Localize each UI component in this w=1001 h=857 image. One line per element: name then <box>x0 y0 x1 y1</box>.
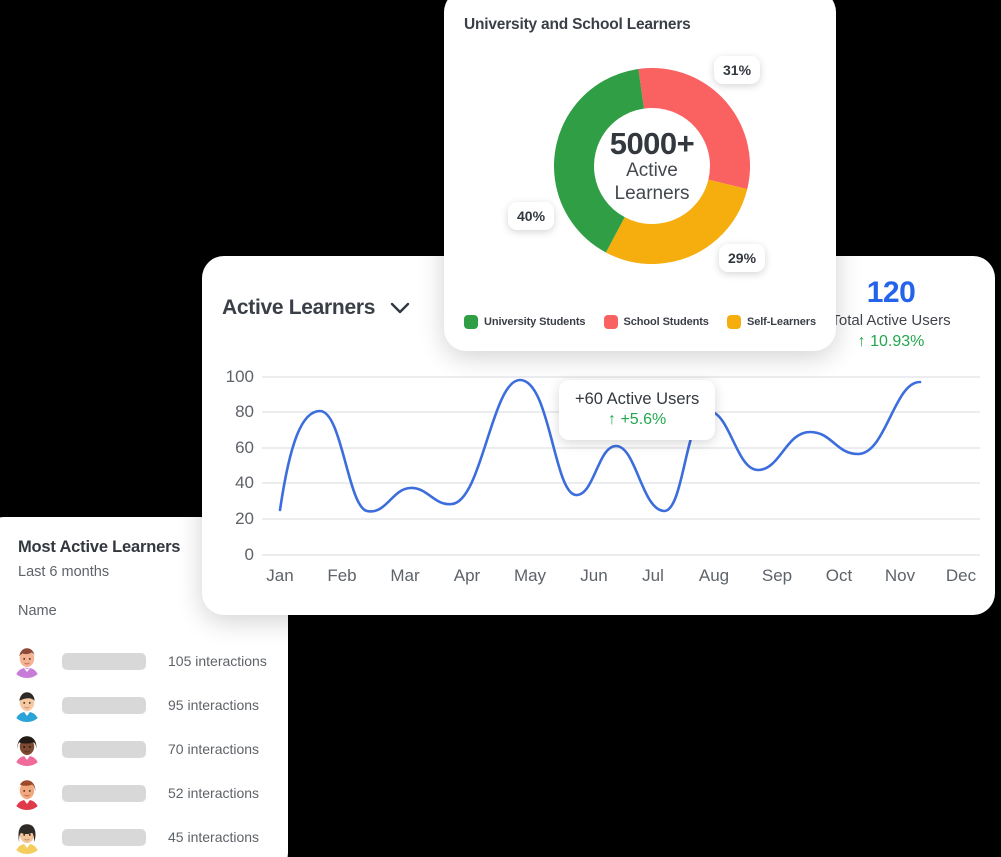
list-item[interactable]: 70 interactions <box>10 727 278 771</box>
avatar <box>10 776 44 810</box>
legend-swatch-icon <box>603 315 618 329</box>
learner-interactions: 52 interactions <box>168 785 260 801</box>
x-tick-mar: Mar <box>390 566 420 585</box>
x-tick-jul: Jul <box>642 566 664 585</box>
avatar <box>10 688 44 722</box>
list-item[interactable]: 95 interactions <box>10 683 278 727</box>
x-tick-jan: Jan <box>266 566 294 585</box>
donut-percent-label-self-learners: 29% <box>719 244 766 272</box>
tooltip-delta-text: ↑ +5.6% <box>608 411 667 428</box>
learner-name-placeholder <box>62 652 146 670</box>
donut-chart: 5000+ Active Learners <box>554 68 750 264</box>
x-tick-feb: Feb <box>327 566 357 585</box>
legend-item-school-students[interactable]: School Students <box>603 315 709 329</box>
legend-label: School Students <box>623 316 709 328</box>
legend-swatch-icon <box>464 315 478 329</box>
donut-card-title: University and School Learners <box>464 16 691 33</box>
learner-interactions: 70 interactions <box>168 741 260 757</box>
tooltip-main-text: +60 Active Users <box>575 390 700 408</box>
learners-card-title: Most Active Learners <box>18 538 181 556</box>
list-item[interactable]: 45 interactions <box>10 815 278 857</box>
legend-swatch-icon <box>726 315 741 329</box>
donut-legend: University Students School Students Self… <box>464 315 816 329</box>
dashboard-stage: Most Active Learners Last 6 months Name … <box>0 0 1001 857</box>
learner-interactions: 45 interactions <box>168 829 260 845</box>
avatar <box>10 820 44 854</box>
donut-percent-label-university-students: 40% <box>508 202 555 230</box>
chart-tooltip: +60 Active Users ↑ +5.6% <box>559 380 716 440</box>
legend-label: Self-Learners <box>746 316 816 328</box>
legend-item-self-learners[interactable]: Self-Learners <box>726 315 816 329</box>
avatar <box>10 644 44 678</box>
donut-percent-label-school-students: 31% <box>714 56 761 84</box>
learners-column-header-name: Name <box>18 603 57 619</box>
x-tick-apr: Apr <box>453 566 481 585</box>
list-item[interactable]: 52 interactions <box>10 771 278 815</box>
x-tick-nov: Nov <box>884 566 916 585</box>
legend-label: University Students <box>484 316 586 328</box>
x-tick-dec: Dec <box>945 566 977 585</box>
x-tick-jun: Jun <box>580 566 608 585</box>
x-tick-may: May <box>513 566 547 585</box>
learner-interactions: 95 interactions <box>168 697 260 713</box>
learner-name-placeholder <box>62 828 146 846</box>
avatar <box>10 732 44 766</box>
learner-name-placeholder <box>62 740 146 758</box>
learner-name-placeholder <box>62 696 146 714</box>
learner-name-placeholder <box>62 784 146 802</box>
x-tick-sep: Sep <box>761 566 793 585</box>
legend-item-university-students[interactable]: University Students <box>464 315 586 329</box>
x-tick-aug: Aug <box>698 566 730 585</box>
university-school-learners-card: University and School Learners 5000+ Act… <box>444 0 836 351</box>
x-tick-oct: Oct <box>825 566 853 585</box>
learners-card-subtitle: Last 6 months <box>18 564 110 580</box>
list-item[interactable]: 105 interactions <box>10 639 278 683</box>
learner-interactions: 105 interactions <box>168 653 267 669</box>
